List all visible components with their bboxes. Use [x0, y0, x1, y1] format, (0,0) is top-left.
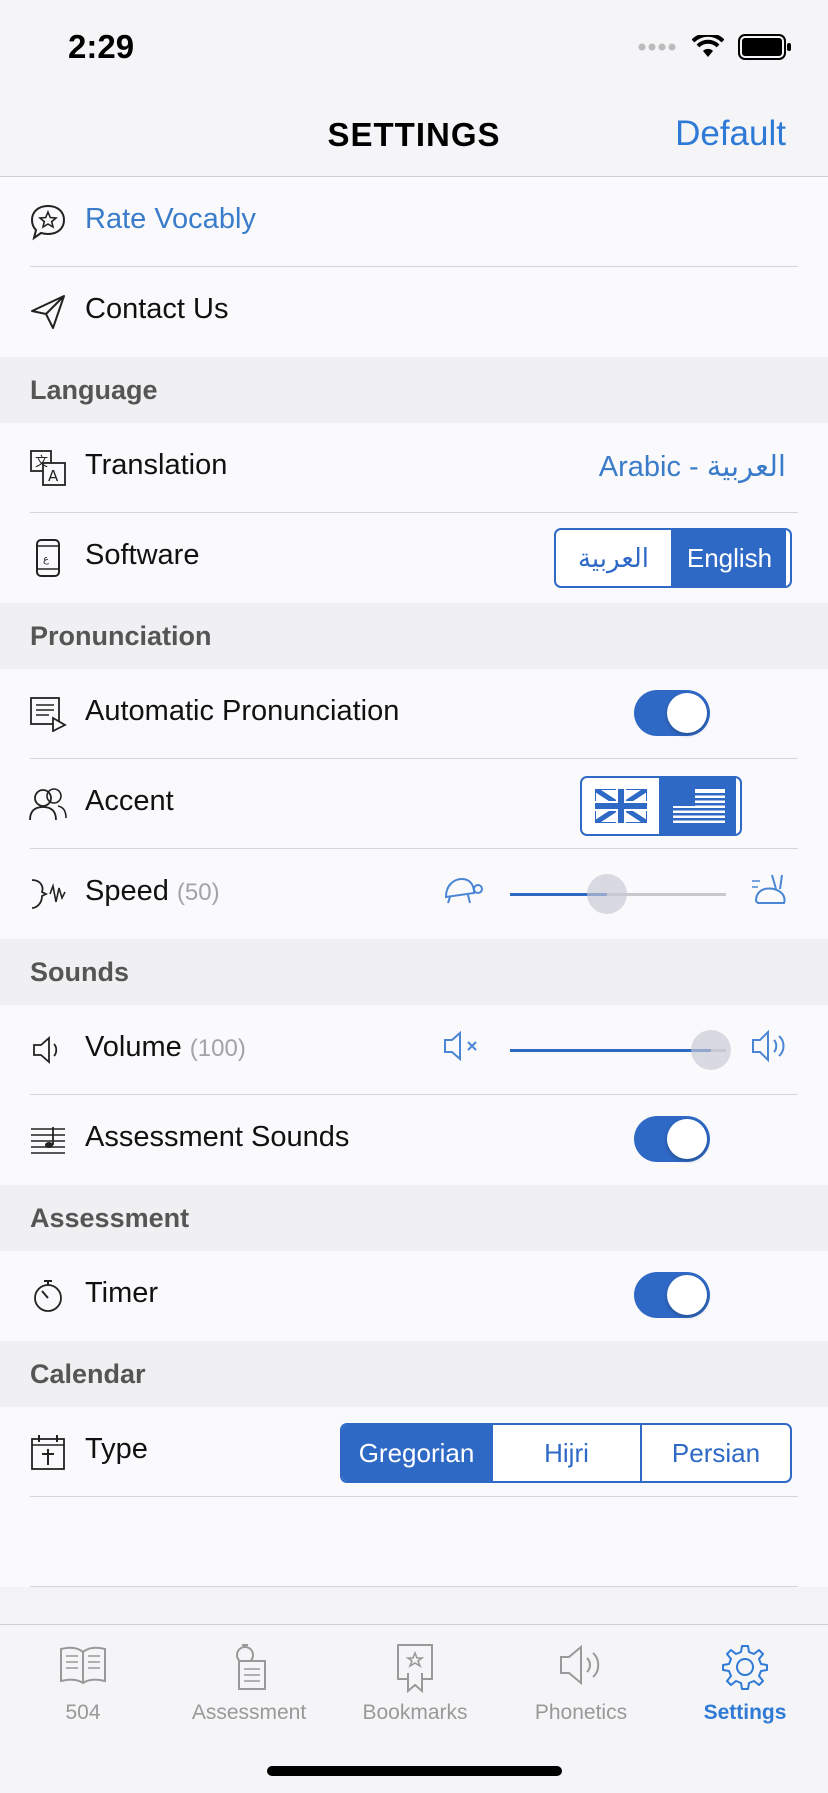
automatic-pronunciation-row: Automatic Pronunciation [0, 669, 828, 759]
volume-slider-fill [510, 1049, 711, 1052]
calendar-option-hijri[interactable]: Hijri [491, 1425, 640, 1481]
volume-slider-thumb[interactable] [690, 1030, 731, 1070]
calendar-option-persian[interactable]: Persian [640, 1425, 790, 1481]
mute-icon [442, 1029, 484, 1068]
speed-row: Speed (50) [0, 849, 828, 939]
paper-plane-icon [28, 291, 68, 333]
section-header-sounds: Sounds [0, 939, 828, 1005]
bookmark-icon [332, 1643, 498, 1693]
calendar-option-gregorian[interactable]: Gregorian [342, 1425, 491, 1481]
stopwatch-list-icon [166, 1643, 332, 1691]
accent-segment [580, 776, 742, 836]
assessment-sounds-label: Assessment Sounds [85, 1121, 350, 1153]
navigation-bar: SETTINGS Default [0, 100, 828, 177]
contact-us-row[interactable]: Contact Us [0, 267, 828, 357]
empty-row [0, 1497, 828, 1587]
volume-row: Volume (100) [0, 1005, 828, 1095]
phone-icon: ع [28, 537, 68, 579]
status-time: 2:29 [68, 28, 135, 65]
svg-text:A: A [48, 467, 59, 485]
signal-icon [638, 43, 676, 51]
volume-label: Volume (100) [85, 1031, 246, 1063]
speed-slider[interactable] [510, 874, 726, 914]
translation-row[interactable]: 文 A Translation Arabic - العربية [0, 423, 828, 513]
timer-label: Timer [85, 1277, 159, 1309]
uk-flag-icon [594, 789, 647, 823]
calendar-type-segment: Gregorian Hijri Persian [340, 1423, 792, 1483]
speed-value: (50) [176, 879, 220, 906]
speaker-icon [498, 1643, 664, 1687]
book-icon [0, 1643, 166, 1687]
translate-icon: 文 A [28, 447, 68, 489]
assessment-sounds-toggle[interactable] [634, 1116, 710, 1162]
playlist-icon [28, 693, 68, 735]
software-option-english[interactable]: English [671, 530, 786, 586]
toggle-knob [667, 1275, 707, 1315]
speaking-heads-icon [28, 783, 68, 825]
volume-slider[interactable] [510, 1030, 731, 1070]
section-header-language: Language [0, 357, 828, 423]
settings-list: Rate Vocably Contact Us Language 文 A Tra… [0, 177, 828, 1587]
us-flag-icon [672, 789, 725, 823]
translation-label: Translation [85, 449, 228, 481]
tab-settings[interactable]: Settings [662, 1625, 828, 1745]
turtle-icon [442, 873, 484, 912]
section-header-pronunciation: Pronunciation [0, 603, 828, 669]
speaker-icon [28, 1029, 68, 1071]
rabbit-icon [750, 871, 792, 914]
rate-vocably-label: Rate Vocably [85, 203, 256, 235]
battery-icon [738, 34, 791, 60]
timer-toggle[interactable] [634, 1272, 710, 1318]
calendar-type-row: Type Gregorian Hijri Persian [0, 1407, 828, 1497]
stopwatch-icon [28, 1275, 68, 1317]
toggle-knob [667, 693, 707, 733]
accent-option-us[interactable] [659, 778, 736, 834]
volume-value: (100) [189, 1035, 246, 1062]
default-button[interactable]: Default [675, 114, 786, 154]
speed-slider-thumb[interactable] [587, 874, 628, 914]
calendar-type-label: Type [85, 1433, 148, 1465]
section-header-calendar: Calendar [0, 1341, 828, 1407]
tab-assessment[interactable]: Assessment [166, 1625, 332, 1745]
software-option-arabic[interactable]: العربية [556, 530, 671, 586]
section-header-assessment: Assessment [0, 1185, 828, 1251]
star-bubble-icon [28, 201, 68, 243]
speaker-loud-icon [750, 1027, 792, 1070]
automatic-pronunciation-toggle[interactable] [634, 690, 710, 736]
translation-value[interactable]: Arabic - العربية [599, 449, 786, 484]
accent-label: Accent [85, 785, 174, 817]
software-row: ع Software العربية English [0, 513, 828, 603]
music-staff-icon [28, 1119, 68, 1161]
assessment-sounds-row: Assessment Sounds [0, 1095, 828, 1185]
svg-text:ع: ع [43, 554, 49, 565]
accent-row: Accent [0, 759, 828, 849]
calendar-icon [28, 1431, 68, 1473]
status-indicators [638, 34, 792, 60]
speed-label: Speed (50) [85, 875, 220, 907]
voice-wave-icon [28, 873, 68, 915]
home-indicator [267, 1766, 562, 1776]
automatic-pronunciation-label: Automatic Pronunciation [85, 695, 400, 727]
contact-us-label: Contact Us [85, 293, 229, 325]
toggle-knob [667, 1119, 707, 1159]
status-bar: 2:29 [0, 0, 828, 100]
gear-icon [662, 1643, 828, 1691]
software-label: Software [85, 539, 200, 571]
tab-phonetics[interactable]: Phonetics [498, 1625, 664, 1745]
software-language-segment: العربية English [554, 528, 792, 588]
tab-bookmarks[interactable]: Bookmarks [332, 1625, 498, 1745]
accent-option-uk[interactable] [582, 778, 659, 834]
svg-text:文: 文 [35, 455, 48, 470]
rate-vocably-row[interactable]: Rate Vocably [0, 177, 828, 267]
wifi-icon [692, 35, 724, 57]
tab-504[interactable]: 504 [0, 1625, 166, 1745]
timer-row: Timer [0, 1251, 828, 1341]
